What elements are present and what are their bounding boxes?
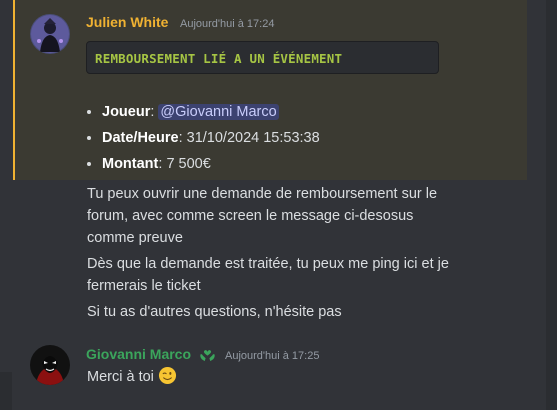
message-timestamp: Aujourd'hui à 17:25 bbox=[225, 350, 320, 362]
message-line: Dès que la demande est traitée, tu peux … bbox=[87, 256, 449, 272]
left-panel-edge bbox=[0, 372, 12, 410]
detail-label: Joueur bbox=[102, 104, 151, 120]
list-item: Montant: 7 500€ bbox=[102, 151, 320, 177]
list-item: Joueur: @Giovanni Marco bbox=[102, 99, 320, 125]
detail-value: 31/10/2024 15:53:38 bbox=[186, 130, 320, 146]
message-line: Si tu as d'autres questions, n'hésite pa… bbox=[87, 304, 342, 320]
scrollbar-track[interactable] bbox=[546, 0, 557, 410]
code-block-text: REMBOURSEMENT LIÉ A UN ÉVÉNEMENT bbox=[95, 51, 343, 66]
user-mention[interactable]: @Giovanni Marco bbox=[158, 104, 279, 120]
code-block: REMBOURSEMENT LIÉ A UN ÉVÉNEMENT bbox=[86, 41, 439, 74]
message-line: comme preuve bbox=[87, 230, 183, 246]
detail-label: Date/Heure bbox=[102, 130, 179, 146]
detail-label: Montant bbox=[102, 156, 159, 172]
message-line: fermerais le ticket bbox=[87, 278, 201, 294]
message-content: Merci à toi bbox=[87, 366, 177, 388]
winking-face-emoji bbox=[158, 366, 176, 385]
message-line: Tu peux ouvrir une demande de remboursem… bbox=[87, 186, 438, 202]
message-timestamp: Aujourd'hui à 17:24 bbox=[180, 18, 275, 30]
details-list: Joueur: @Giovanni Marco Date/Heure: 31/1… bbox=[86, 99, 320, 177]
message-author[interactable]: Julien White bbox=[86, 14, 168, 30]
message-line: forum, avec comme screen le message ci-d… bbox=[87, 208, 414, 224]
hands-heart-icon bbox=[200, 350, 215, 362]
message-text: Merci à toi bbox=[87, 369, 154, 385]
detail-separator: : bbox=[178, 130, 187, 146]
avatar-julien-white[interactable] bbox=[30, 14, 70, 54]
list-item: Date/Heure: 31/10/2024 15:53:38 bbox=[102, 125, 320, 151]
avatar-giovanni-marco[interactable] bbox=[30, 345, 70, 385]
message-author[interactable]: Giovanni Marco bbox=[86, 346, 191, 362]
detail-value: 7 500€ bbox=[166, 156, 211, 172]
